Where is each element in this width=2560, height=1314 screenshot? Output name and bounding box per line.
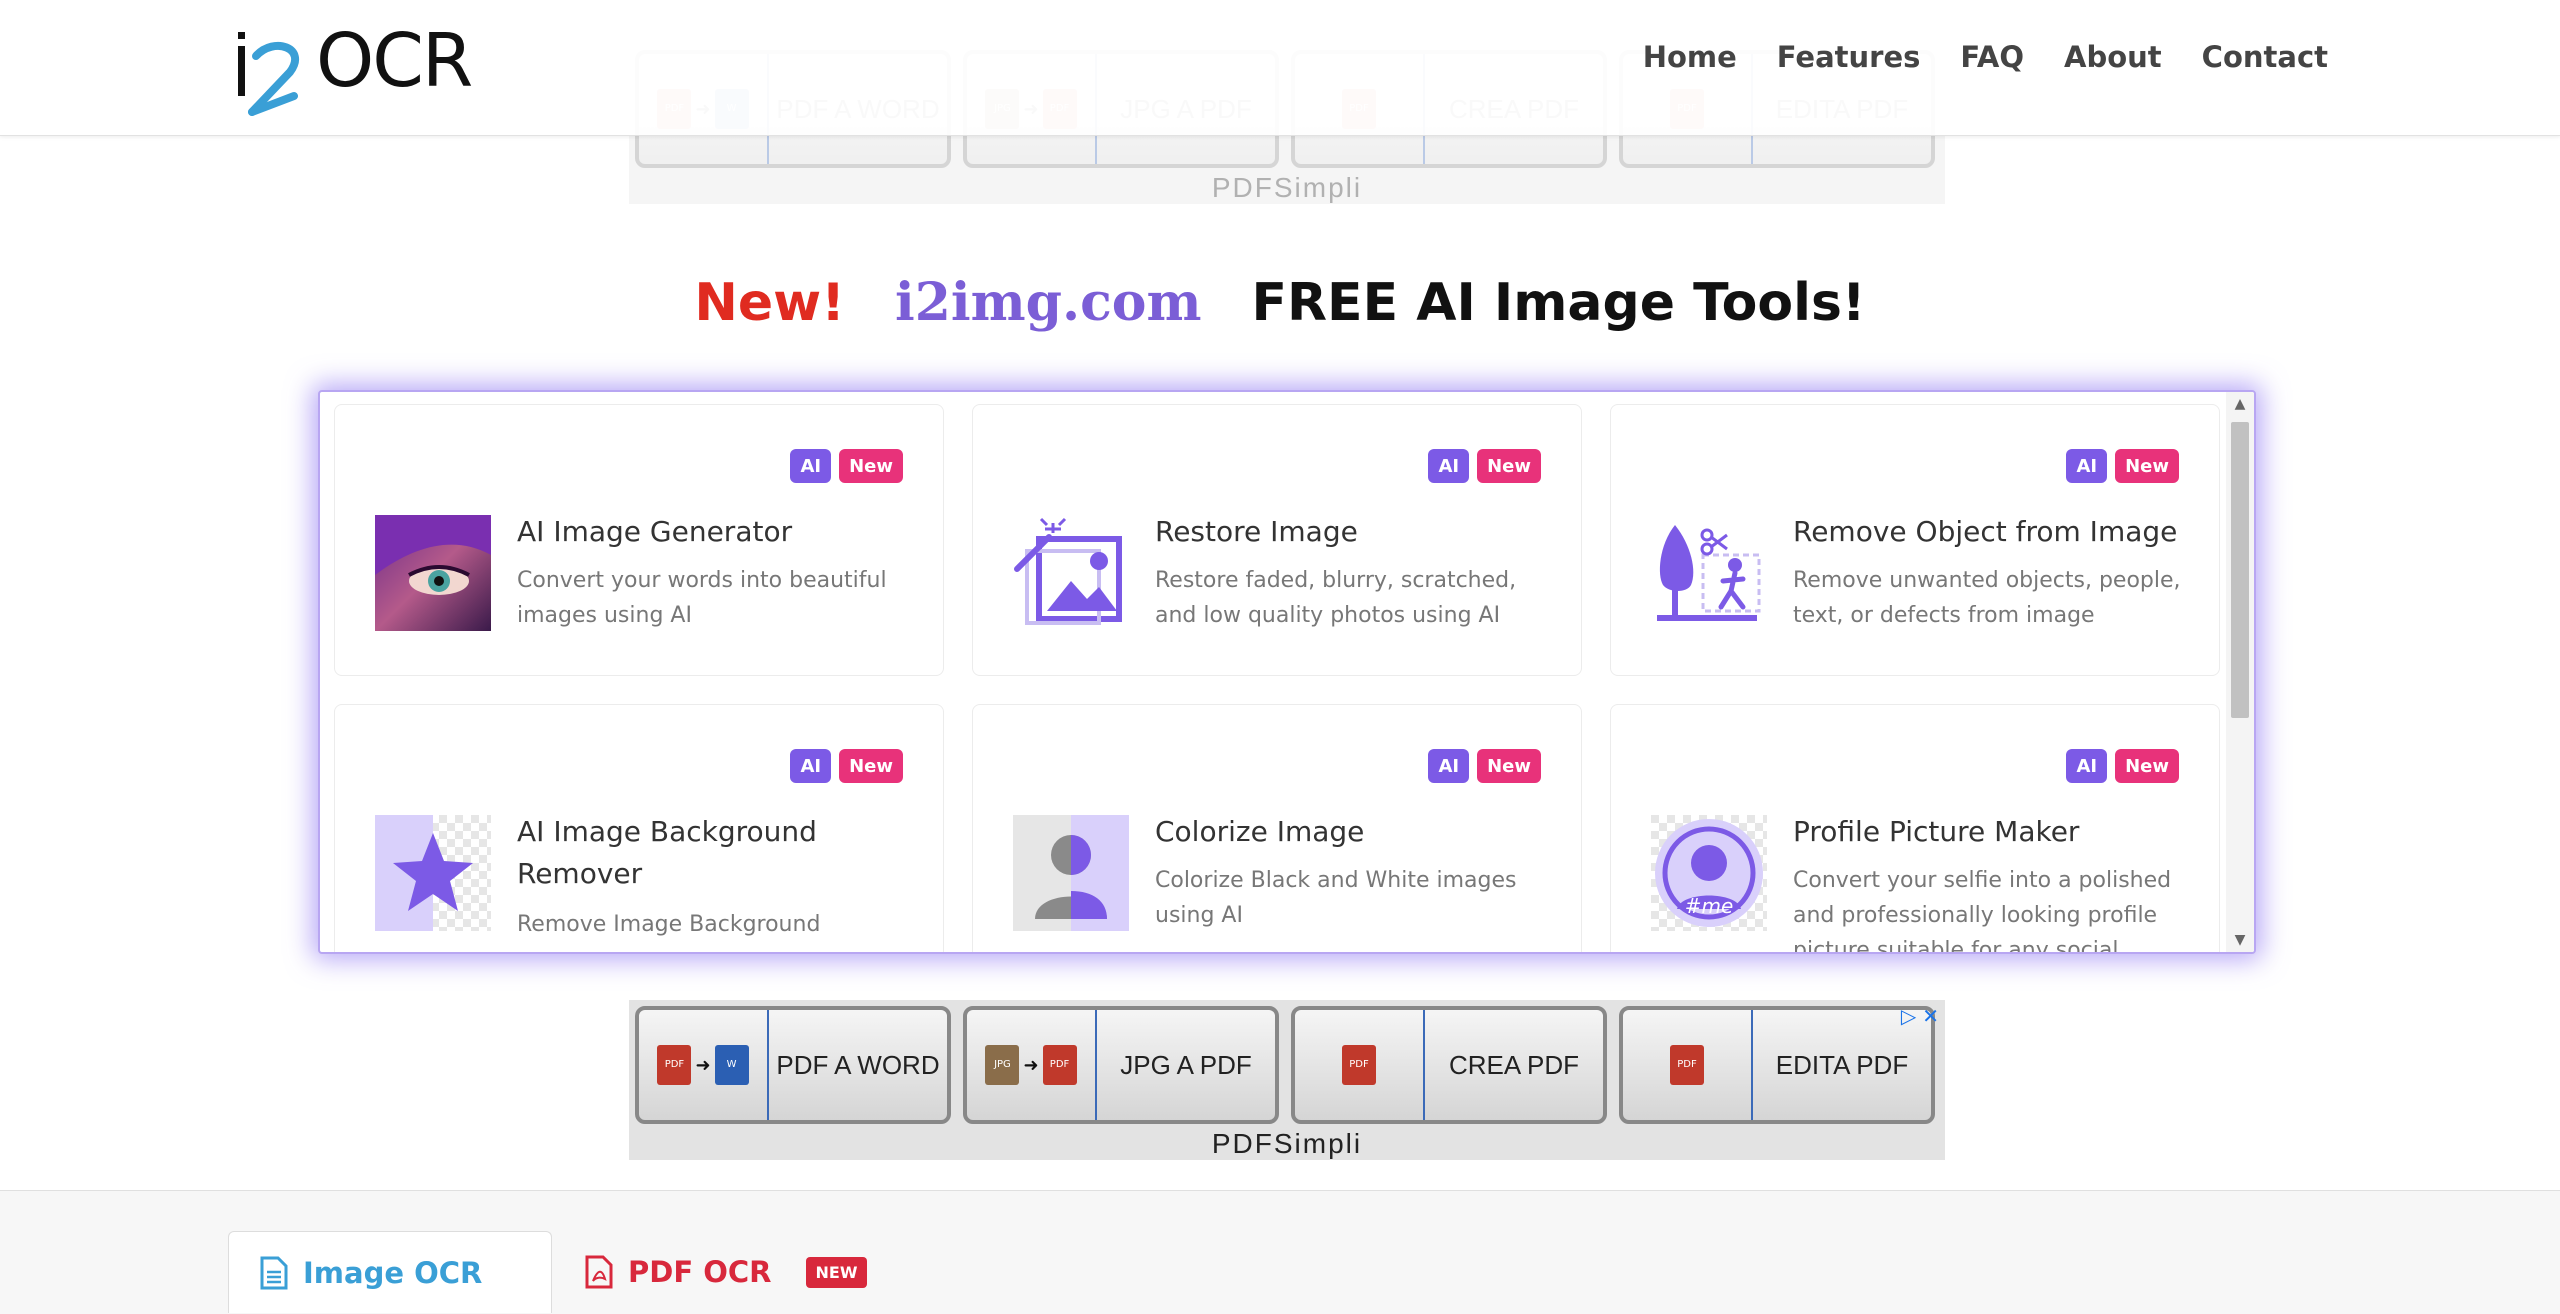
- badge-group: AI New: [790, 449, 903, 483]
- tool-description: Restore faded, blurry, scratched, and lo…: [1155, 568, 1517, 628]
- document-icon: [260, 1256, 288, 1289]
- tree-person-scissors-icon: [1651, 515, 1767, 631]
- ad-edit-pdf-button[interactable]: PDFEDITA PDF: [1619, 1006, 1935, 1124]
- tab-image-ocr[interactable]: Image OCR: [228, 1231, 552, 1313]
- ai-badge: AI: [790, 749, 832, 783]
- new-badge: New: [839, 749, 903, 783]
- badge-group: AI New: [2066, 749, 2179, 783]
- tool-card-colorize-image[interactable]: AI New Colorize Image Colorize Black and …: [972, 704, 1582, 952]
- nav-features[interactable]: Features: [1777, 40, 1921, 74]
- ad-jpg-to-pdf-button[interactable]: JPG➜PDFJPG A PDF: [963, 1006, 1279, 1124]
- tool-title: Restore Image: [1155, 515, 1358, 548]
- pdf-icon: PDF: [1623, 1010, 1753, 1120]
- badge-group: AI New: [2066, 449, 2179, 483]
- promo-heading: New! i2img.com FREE AI Image Tools!: [0, 272, 2560, 333]
- ai-badge: AI: [1428, 749, 1470, 783]
- tool-description: Convert your selfie into a polished and …: [1793, 868, 2172, 954]
- ai-badge: AI: [1428, 449, 1470, 483]
- tool-title: Remove Object from Image: [1793, 515, 2178, 548]
- tool-card-ai-image-generator[interactable]: AI New AI Image Generator Convert your wo…: [334, 404, 944, 676]
- tab-label: PDF OCR: [628, 1255, 772, 1289]
- ad-choices[interactable]: ▷ ✕: [1901, 1004, 1939, 1028]
- new-tag-badge: NEW: [805, 1256, 868, 1288]
- nav-about[interactable]: About: [2064, 40, 2162, 74]
- person-half-color-icon: [1013, 815, 1129, 931]
- new-badge: New: [1477, 749, 1541, 783]
- logo-i2-mark: [238, 32, 300, 116]
- ai-tools-panel[interactable]: AI New AI Image Generator Convert your wo…: [318, 390, 2256, 954]
- scroll-up-arrow-icon[interactable]: ▲: [2226, 392, 2254, 416]
- tool-description: Remove Image Background: [517, 912, 821, 937]
- ad-close-icon[interactable]: ✕: [1922, 1004, 1939, 1028]
- tool-card-remove-object[interactable]: AI New Remove Object from Image Remove un…: [1610, 404, 2220, 676]
- tool-title: Colorize Image: [1155, 815, 1365, 848]
- new-badge: New: [1477, 449, 1541, 483]
- pdf-file-icon: [585, 1255, 613, 1289]
- nav-faq[interactable]: FAQ: [1960, 40, 2024, 74]
- promo-new-label: New!: [694, 273, 845, 333]
- svg-text:#me: #me: [1685, 894, 1734, 918]
- ad-brand: PDFSimpli: [1211, 1128, 1363, 1159]
- star-transparent-icon: [375, 815, 491, 931]
- new-badge: New: [2115, 449, 2179, 483]
- logo-text: OCR: [316, 18, 473, 104]
- pdf-icon: PDF: [1295, 1010, 1425, 1120]
- badge-group: AI New: [790, 749, 903, 783]
- tool-card-profile-picture-maker[interactable]: AI New #me Profile Picture Maker Convert …: [1610, 704, 2220, 954]
- tab-label: Image OCR: [303, 1255, 483, 1290]
- ad-pdf-to-word-button[interactable]: PDF➜WPDF A WORD: [635, 1006, 951, 1124]
- site-header: OCR Home Features FAQ About Contact: [0, 0, 2560, 136]
- tool-description: Colorize Black and White images using AI: [1155, 868, 1517, 928]
- tool-description: Remove unwanted objects, people, text, o…: [1793, 568, 2181, 628]
- badge-group: AI New: [1428, 449, 1541, 483]
- tool-card-background-remover[interactable]: AI New AI Image Background Remover Remove…: [334, 704, 944, 952]
- scrollbar-thumb[interactable]: [2231, 422, 2249, 718]
- ad-banner-bottom[interactable]: PDF ➜ W PDF A WORD JPG ➜ PDF JPG A PDF PDF CREA…: [629, 1000, 1945, 1160]
- scroll-down-arrow-icon[interactable]: ▼: [2226, 928, 2254, 952]
- promo-tagline: FREE AI Image Tools!: [1251, 273, 1866, 333]
- tool-card-restore-image[interactable]: AI New Restore Image Restore faded, blurr…: [972, 404, 1582, 676]
- tool-title: Profile Picture Maker: [1793, 815, 2080, 848]
- nav-contact[interactable]: Contact: [2202, 40, 2328, 74]
- ad-create-pdf-button[interactable]: PDFCREA PDF: [1291, 1006, 1607, 1124]
- i2ocr-logo[interactable]: OCR: [234, 22, 474, 118]
- new-badge: New: [839, 449, 903, 483]
- jpg-pdf-icon: JPG➜PDF: [967, 1010, 1097, 1120]
- tools-scrollbar[interactable]: ▲ ▼: [2226, 392, 2254, 952]
- pdf-word-icon: PDF➜W: [639, 1010, 769, 1120]
- main-nav: Home Features FAQ About Contact: [1643, 40, 2328, 74]
- ai-badge: AI: [2066, 749, 2108, 783]
- ai-badge: AI: [2066, 449, 2108, 483]
- promo-site-link[interactable]: i2img.com: [895, 272, 1202, 333]
- profile-me-icon: #me: [1651, 815, 1767, 931]
- new-badge: New: [2115, 749, 2179, 783]
- nav-home[interactable]: Home: [1643, 40, 1737, 74]
- ad-choices-icon[interactable]: ▷: [1901, 1004, 1916, 1028]
- magic-wand-photo-icon: [1013, 515, 1129, 631]
- ad-brand: PDFSimpli: [1211, 172, 1363, 203]
- tab-pdf-ocr[interactable]: PDF OCR NEW: [584, 1231, 868, 1313]
- badge-group: AI New: [1428, 749, 1541, 783]
- tool-description: Convert your words into beautiful images…: [517, 568, 887, 628]
- tool-title: AI Image Generator: [517, 515, 793, 548]
- tool-title: AI Image Background Remover: [517, 815, 817, 890]
- ocr-tabs-panel: Image OCR PDF OCR NEW: [0, 1190, 2560, 1314]
- ai-badge: AI: [790, 449, 832, 483]
- portrait-eye-image: [375, 515, 491, 631]
